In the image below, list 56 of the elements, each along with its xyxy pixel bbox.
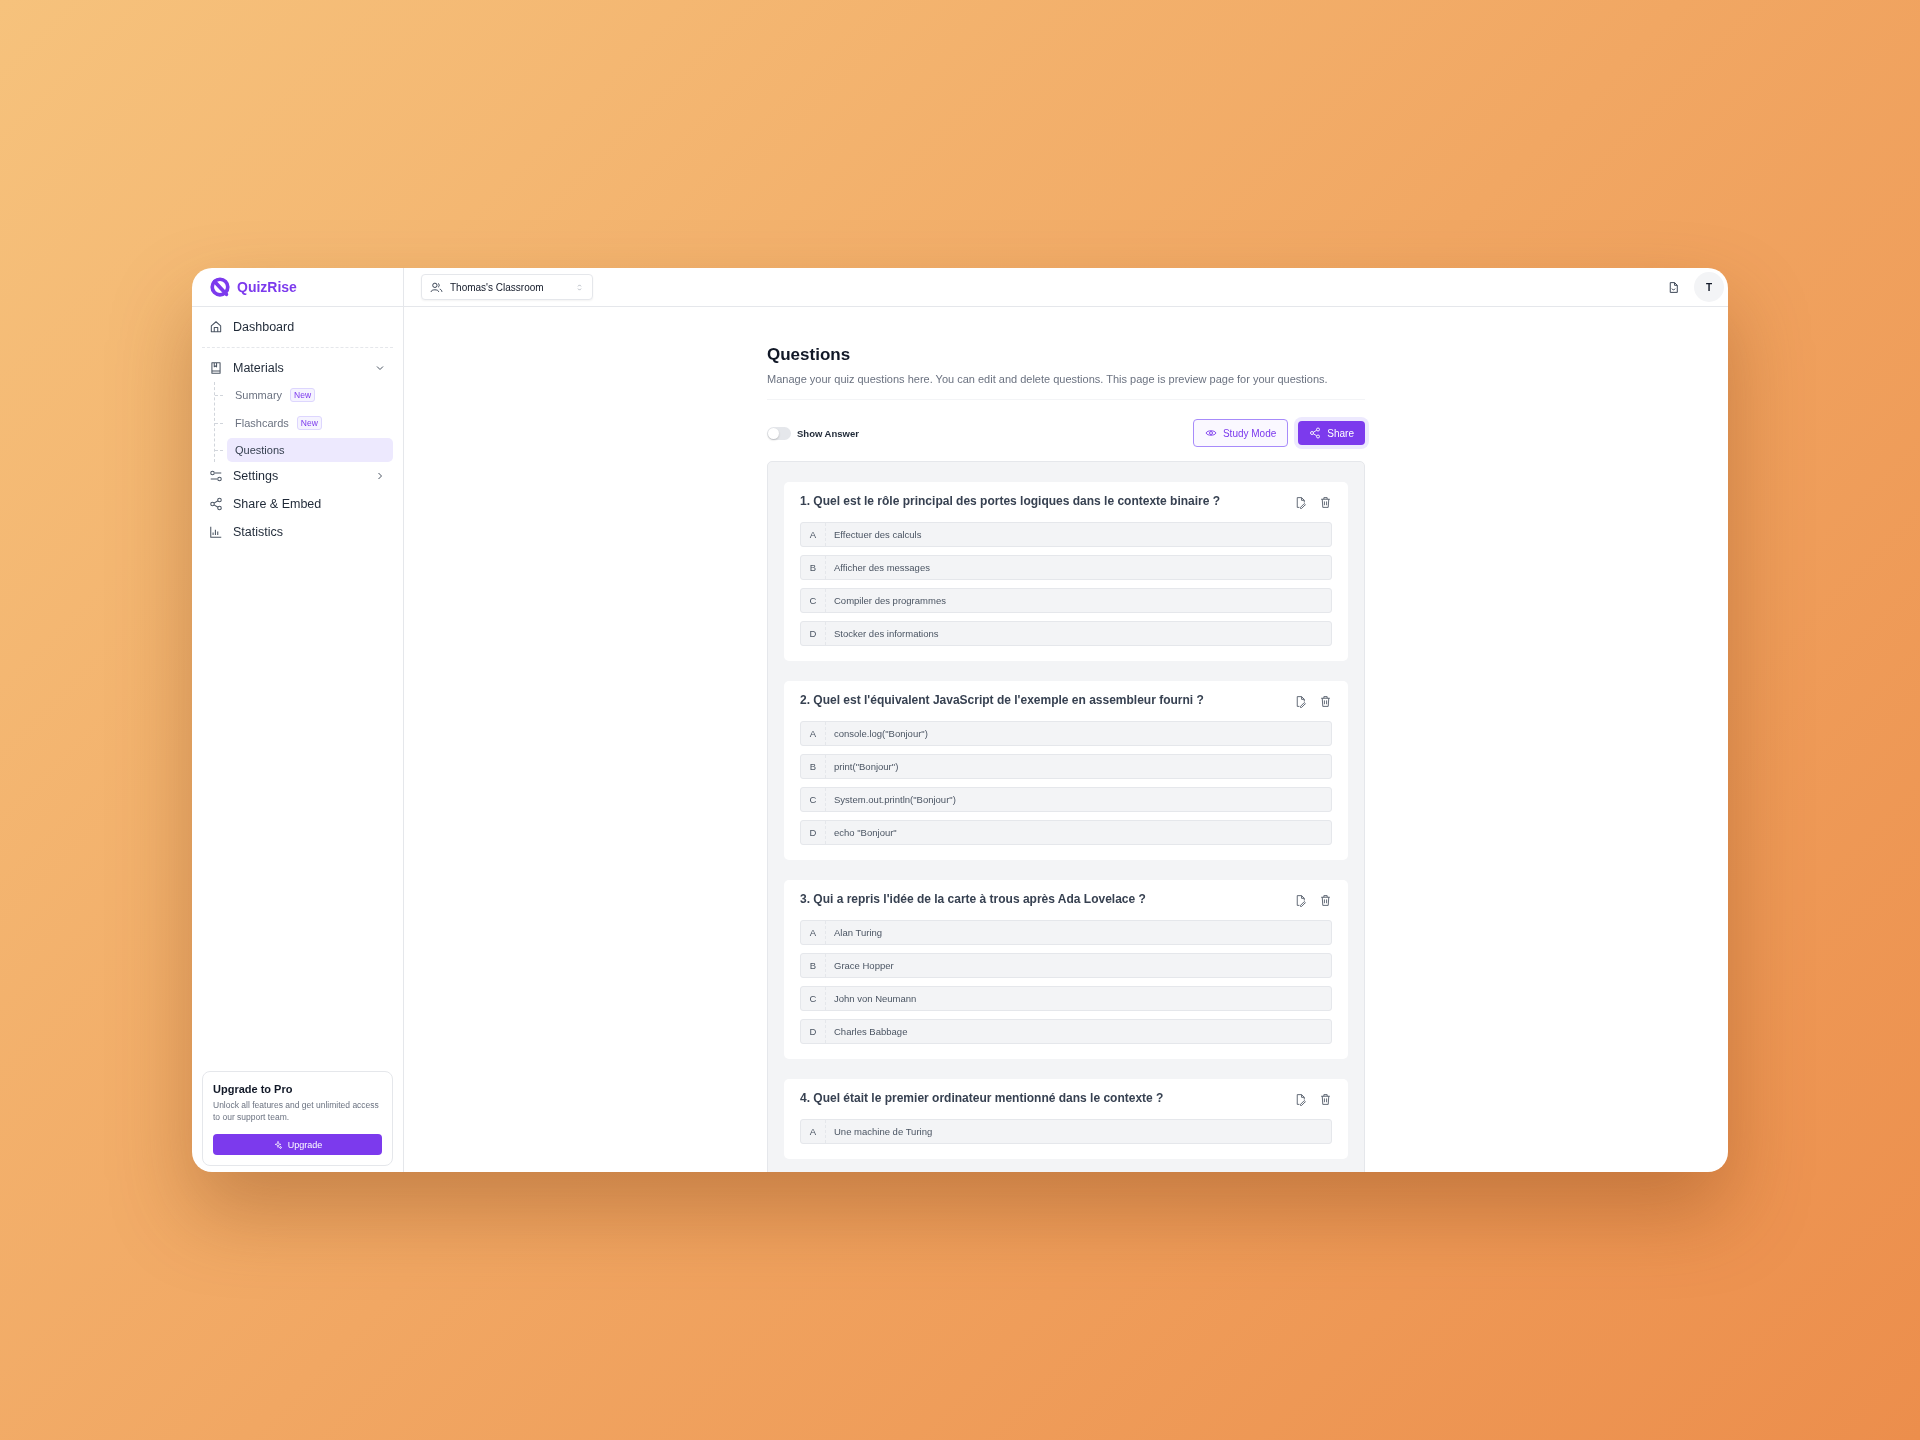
trash-icon[interactable] (1319, 695, 1332, 708)
trash-icon[interactable] (1319, 894, 1332, 907)
question-title: 4. Quel était le premier ordinateur mentionné dans le contexte ? (800, 1091, 1165, 1105)
eye-icon (1204, 427, 1217, 439)
answer-option[interactable]: B Afficher des messages (800, 555, 1332, 580)
answer-option[interactable]: A Alan Turing (800, 920, 1332, 945)
answer-option[interactable]: D echo "Bonjour" (800, 820, 1332, 845)
answer-option[interactable]: B Grace Hopper (800, 953, 1332, 978)
sidebar-item[interactable]: Settings (202, 462, 393, 490)
brand-name: QuizRise (237, 279, 297, 295)
edit-document-icon[interactable] (1294, 695, 1307, 708)
answer-option[interactable]: C System.out.println("Bonjour") (800, 787, 1332, 812)
upgrade-title: Upgrade to Pro (213, 1083, 294, 1096)
upgrade-button[interactable]: Upgrade (213, 1134, 382, 1155)
answer-option[interactable]: A console.log("Bonjour") (800, 721, 1332, 746)
show-answer-toggle[interactable] (767, 426, 791, 440)
quizrise-logo-icon (209, 276, 231, 298)
question-title: 2. Quel est l'équivalent JavaScript de l'exemple en assembleur fourni ? (800, 693, 1205, 707)
sidebar-item[interactable]: Statistics (202, 518, 393, 546)
users-icon (430, 280, 443, 294)
answer-option[interactable]: A Effectuer des calculs (800, 522, 1332, 547)
page-description: Manage your quiz questions here. You can edit and delete questions. This page is preview page for your questions. (767, 373, 1329, 385)
home-icon (209, 320, 223, 334)
edit-document-icon[interactable] (1294, 496, 1307, 509)
upgrade-text: Unlock all features and get unlimited access to our support team. (213, 1100, 380, 1124)
edit-document-icon[interactable] (1294, 1093, 1307, 1106)
sidebar-item[interactable]: Dashboard (202, 313, 393, 341)
sliders-icon (209, 469, 223, 483)
answer-option[interactable]: A Une machine de Turing (800, 1119, 1332, 1144)
up-down-caret-icon (575, 282, 584, 292)
user-avatar[interactable]: T (1694, 272, 1724, 302)
sparkle-icon (272, 1139, 283, 1150)
edit-document-icon[interactable] (1294, 894, 1307, 907)
answer-option[interactable]: D Charles Babbage (800, 1019, 1332, 1044)
page-title: Questions (767, 345, 852, 365)
classroom-selector[interactable]: Thomas's Classroom (421, 274, 593, 300)
question-title: 3. Qui a repris l'idée de la carte à trous après Ada Lovelace ? (800, 892, 1147, 906)
answer-option[interactable]: D Stocker des informations (800, 621, 1332, 646)
answer-option[interactable]: B print("Bonjour") (800, 754, 1332, 779)
show-answer-label: Show Answer (797, 427, 859, 439)
trash-icon[interactable] (1319, 496, 1332, 509)
sidebar-subitem[interactable]: Questions (227, 438, 393, 462)
share-icon (209, 497, 223, 511)
share-icon (1309, 427, 1322, 439)
trash-icon[interactable] (1319, 1093, 1332, 1106)
sidebar-item[interactable]: Materials (202, 354, 393, 382)
answer-option[interactable]: C Compiler des programmes (800, 588, 1332, 613)
question-title: 1. Quel est le rôle principal des portes logiques dans le contexte binaire ? (800, 494, 1222, 508)
sidebar-item[interactable]: Share & Embed (202, 490, 393, 518)
answer-option[interactable]: C John von Neumann (800, 986, 1332, 1011)
sidebar-subitem[interactable]: Summary New (227, 382, 393, 408)
document-icon[interactable] (1667, 280, 1680, 294)
bar-chart-icon (209, 525, 223, 539)
book-icon (209, 361, 223, 375)
sidebar-subitem[interactable]: Flashcards New (227, 410, 393, 436)
study-mode-button[interactable]: Study Mode (1192, 419, 1289, 447)
